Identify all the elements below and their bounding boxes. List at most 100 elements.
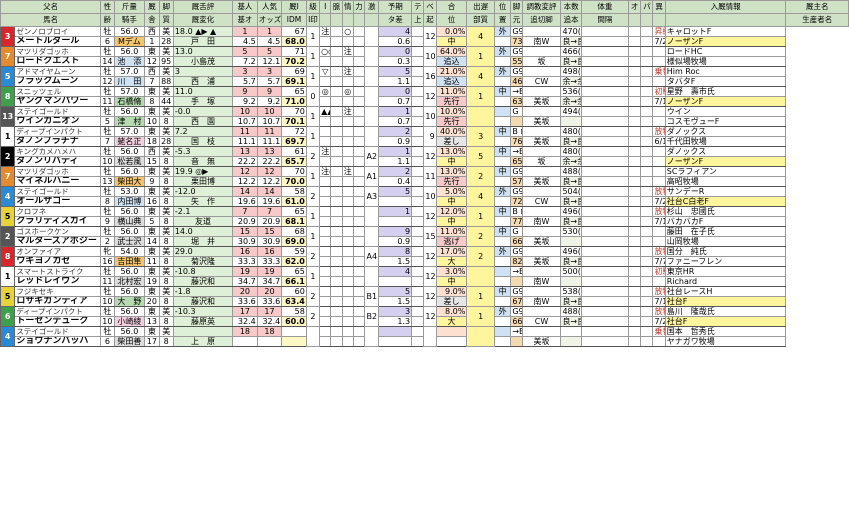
horse-row[interactable]: 5クロフネ牡56.0東美-2.17765111212.0%1中B ⊠496(放牧… — [0, 206, 849, 227]
breeder-name: 社台C白老F — [664, 196, 787, 207]
table-cell: 12.0% — [435, 206, 468, 217]
horse-row[interactable]: 4ステイゴールド牡53.0東美-12.01414582A35105.0%4外G9… — [0, 186, 849, 207]
sire-name: オンファイア — [14, 246, 102, 257]
table-cell — [640, 316, 654, 327]
entry-info-detail — [652, 56, 666, 67]
tempo-cell: 10 — [423, 106, 437, 127]
table-cell: ▲▲ — [319, 106, 332, 117]
horse-row[interactable]: 4ステイゴールド牡56.0東美 1818 →B 乗替国本 哲秀氏 — [0, 326, 849, 347]
horse-row[interactable]: 8スニッツェル牡57.0東美11.099650◎◎01211.0%1中→B536… — [0, 86, 849, 107]
horse-row[interactable]: 1スマートストライク牡56.0東美-10.819196514123.0%→B50… — [0, 266, 849, 287]
horse-row[interactable]: 7マツリダゴッホ牡56.0東美13.055711○○注01064.0%1外G9回… — [0, 46, 849, 67]
table-cell — [560, 326, 582, 337]
trainer-name: 藤原英 — [172, 316, 234, 327]
horse-row[interactable]: 1ディープインパクト牡57.0東美7.211117212940.0%3中B ⊠4… — [0, 126, 849, 147]
table-cell — [319, 216, 332, 227]
hdr-bot-cell — [664, 13, 787, 27]
table-cell — [411, 326, 425, 337]
table-cell — [330, 116, 343, 127]
tempo-cell — [423, 326, 437, 347]
position-cell — [435, 336, 468, 347]
table-cell: 12 — [144, 56, 160, 67]
hdr-bot-cell — [652, 13, 666, 27]
table-cell: B ⊠ — [510, 206, 523, 217]
table-cell: 12 — [232, 166, 258, 177]
table-cell: 美 — [158, 126, 174, 137]
table-cell: G ⊠ — [510, 226, 523, 237]
table-cell: 1 — [232, 26, 258, 37]
table-cell — [378, 326, 413, 337]
breeder-name: バカバカF — [664, 216, 787, 227]
table-cell: 57.0 — [113, 86, 146, 97]
horse-row[interactable]: 6 ディープインパクト牡 56.0 東美 -10.3 17 17 58 2 B2 3 12 8.0% 1 外… — [0, 306, 849, 327]
table-cell — [640, 306, 654, 317]
table-cell: 60.0 — [281, 316, 307, 327]
table-cell: 10.7 — [232, 116, 258, 127]
table-cell — [627, 286, 642, 297]
table-cell — [411, 96, 425, 107]
rank-cell — [364, 46, 380, 67]
table-cell: 19.6 — [256, 196, 283, 207]
horse-row[interactable]: 5フジキセキ牡56.0東美-1.82020602B15129.0%1中G9回53… — [0, 286, 849, 307]
horse-row[interactable]: 8オンファイア牝54.0東美29.01616592A481217.0%2外G9回… — [0, 246, 849, 267]
horse-row[interactable]: 2ゴスホークケン牡56.0東美14.0151568191511.0%2中G ⊠5… — [0, 226, 849, 247]
table-cell: 63.4 — [281, 296, 307, 307]
sire-name: フジキセキ — [14, 286, 102, 297]
table-cell: 牡 — [100, 266, 115, 277]
table-cell: 0.3 — [378, 56, 413, 67]
horse-row[interactable]: 3 ゼンノロブロイ牡 56.0 西美 18.0 ▲▶ ▲ 1 1 67 1 注 ○ 4 12 0.0% 4 外… — [0, 26, 849, 47]
entry-info-detail: 7/22ノーザンF天栄（福島） — [652, 36, 666, 47]
table-cell — [352, 166, 366, 177]
run-style-cell — [466, 266, 495, 287]
rank-cell: A1 — [364, 166, 380, 187]
table-cell: 美 — [158, 206, 174, 217]
table-cell — [319, 236, 332, 247]
table-cell — [319, 306, 332, 317]
tempo-cell: 12 — [423, 266, 437, 287]
table-cell: 68 — [281, 226, 307, 237]
table-cell — [411, 126, 425, 137]
trainer-name: 手 塚 — [172, 96, 234, 107]
table-cell — [352, 76, 366, 87]
table-cell — [330, 206, 343, 217]
table-cell: 536( — [560, 86, 582, 97]
table-cell: 5 — [378, 186, 413, 197]
table-cell: 19.6 — [232, 196, 258, 207]
horse-row[interactable]: 7マツリダゴッホ牡56.0東美19.9 ◎▶1212701注○注A121113.… — [0, 166, 849, 187]
table-cell: 14 — [144, 236, 160, 247]
table-cell — [493, 236, 512, 247]
jockey-name: 吉田隼 — [113, 256, 146, 267]
table-cell: 西 — [144, 66, 160, 77]
table-cell: 東 — [144, 226, 160, 237]
table-cell: 7 — [256, 206, 283, 217]
entry-info-detail: 6/17千代田牧場（千葉） — [652, 136, 666, 147]
table-cell — [341, 316, 354, 327]
entry-info — [652, 226, 666, 237]
table-cell — [510, 336, 523, 347]
table-cell: 18 — [232, 326, 258, 337]
run-style-cell — [466, 326, 495, 347]
table-cell — [627, 326, 642, 337]
table-cell — [330, 176, 343, 187]
horse-list: 3 ゼンノロブロイ牡 56.0 西美 18.0 ▲▶ ▲ 1 1 67 1 注 ○ 4 12 0.0% 4 外… — [0, 26, 849, 347]
jockey-name: 横山典 — [113, 216, 146, 227]
horse-row[interactable]: 2 キングカメハメハ牡 56.0 西美 -5.3 13 13 61 2 注 A2 1 12 13.0% 5 中… — [0, 146, 849, 167]
hdr-bot-cell: 齢 — [100, 13, 115, 27]
table-cell — [330, 96, 343, 107]
table-cell: 美 — [158, 286, 174, 297]
table-cell: ◎ — [319, 86, 332, 97]
table-cell: 坂 — [521, 156, 562, 167]
horse-row[interactable]: 5アドマイヤムーン牡57.0西美333691▽注51621.0%4外G9回 ⊠4… — [0, 66, 849, 87]
table-cell: 牡 — [100, 146, 115, 157]
run-style-cell: 2 — [466, 246, 495, 267]
table-cell: 7 — [232, 206, 258, 217]
table-cell — [319, 76, 332, 87]
table-cell: 58 — [281, 306, 307, 317]
table-cell — [330, 286, 343, 297]
table-cell: 65.7 — [281, 156, 307, 167]
table-cell: 東 — [144, 166, 160, 177]
table-cell: 72 — [281, 126, 307, 137]
hdr-top-cell: 厩I — [281, 0, 307, 14]
horse-row[interactable]: 13ステイゴールド牡56.0東美-0.01010701▲▲注11010.0%G … — [0, 106, 849, 127]
table-cell: -10.3 — [172, 306, 234, 317]
